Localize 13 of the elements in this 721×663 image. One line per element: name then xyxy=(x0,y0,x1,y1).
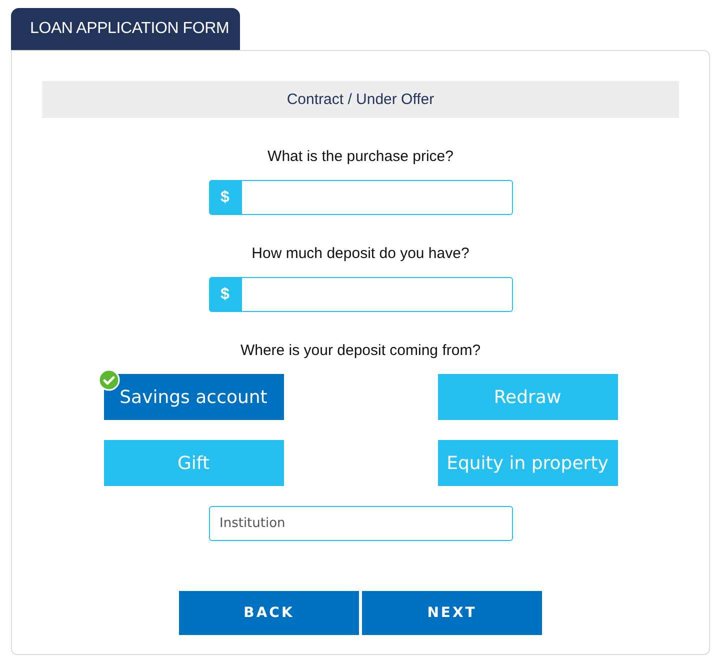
currency-prefix: $ xyxy=(208,180,242,215)
option-button[interactable]: Savings account xyxy=(104,374,284,420)
question-label: How much deposit do you have? xyxy=(252,245,470,264)
nav-button[interactable]: NEXT xyxy=(362,591,542,635)
nav-button[interactable]: BACK xyxy=(179,591,359,635)
amount-field[interactable] xyxy=(242,277,512,312)
question-label: What is the purchase price? xyxy=(268,148,454,167)
question-label: Where is your deposit coming from? xyxy=(240,342,481,361)
currency-prefix: $ xyxy=(208,277,242,312)
check-icon xyxy=(98,369,120,391)
institution-field[interactable]: Institution xyxy=(208,506,512,541)
section-heading: Contract / Under Offer xyxy=(42,81,679,118)
amount-field[interactable] xyxy=(242,180,512,215)
